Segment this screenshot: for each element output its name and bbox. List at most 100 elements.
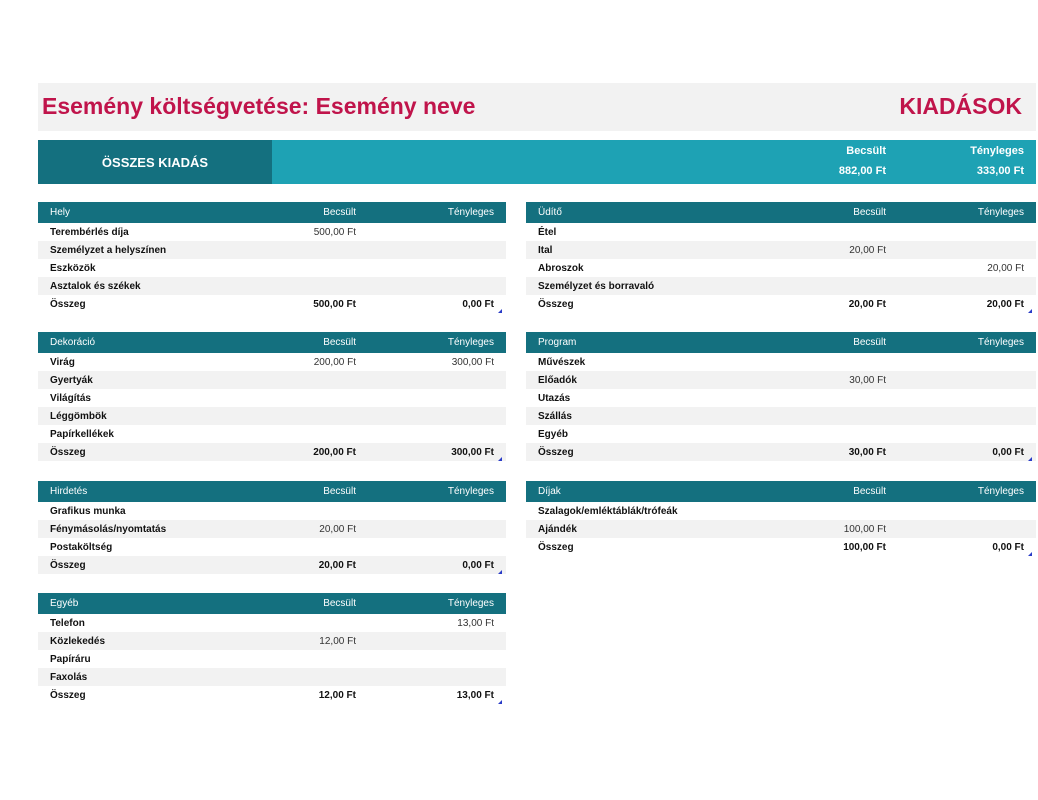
sum-act[interactable]: 0,00 Ft [992,542,1024,553]
act-cell[interactable]: 300,00 Ft [452,357,494,368]
cell-note-marker [498,570,502,574]
item-name[interactable]: Étel [538,227,556,238]
est-cell[interactable]: 500,00 Ft [314,227,356,238]
est-header: Becsült [323,207,356,218]
section-dijak: Díjak Becsült Tényleges Szalagok/emléktáblá… [526,481,1036,556]
sheet-label: KIADÁSOK [899,93,1022,119]
item-name[interactable]: Szállás [538,411,572,422]
item-name[interactable]: Virág [50,357,75,368]
item-name[interactable]: Művészek [538,357,585,368]
act-header: Tényleges [447,207,494,218]
cell-note-marker [1028,457,1032,461]
item-name[interactable]: Gyertyák [50,375,93,386]
sum-est[interactable]: 12,00 Ft [319,690,356,701]
est-header: Becsült [853,207,886,218]
est-cell[interactable]: 100,00 Ft [844,524,886,535]
sum-act[interactable]: 20,00 Ft [987,299,1024,310]
item-name[interactable]: Személyzet a helyszínen [50,245,166,256]
total-act-header: Tényleges [970,145,1024,157]
item-name[interactable]: Léggömbök [50,411,107,422]
item-name[interactable]: Egyéb [538,429,568,440]
section-hely: Hely Becsült Tényleges Terembérlés díja 500,… [38,202,506,313]
item-name[interactable]: Faxolás [50,672,87,683]
section-program: Program Becsült Tényleges Művészek Előadók 30… [526,332,1036,461]
sum-row: Összeg 20,00 Ft 20,00 Ft [526,295,1036,313]
act-header: Tényleges [977,337,1024,348]
item-name[interactable]: Szalagok/emléktáblák/trófeák [538,506,678,517]
section-header: Dekoráció Becsült Tényleges [38,332,506,353]
total-est-value[interactable]: 882,00 Ft [839,165,886,177]
item-name[interactable]: Grafikus munka [50,506,126,517]
section-title: Díjak [538,486,561,497]
est-header: Becsült [323,598,356,609]
section-hirdetes: Hirdetés Becsült Tényleges Grafikus munka Fé… [38,481,506,574]
sum-act[interactable]: 300,00 Ft [451,447,494,458]
table-row: Szalagok/emléktáblák/trófeák [526,502,1036,520]
title-bar: Esemény költségvetése: Esemény neve KIAD… [38,83,1036,131]
section-header: Hirdetés Becsült Tényleges [38,481,506,502]
act-cell[interactable]: 20,00 Ft [987,263,1024,274]
table-row: Terembérlés díja 500,00 Ft [38,223,506,241]
total-act-value[interactable]: 333,00 Ft [977,165,1024,177]
item-name[interactable]: Ital [538,245,552,256]
est-cell[interactable]: 30,00 Ft [849,375,886,386]
sum-est[interactable]: 100,00 Ft [843,542,886,553]
table-row: Abroszok 20,00 Ft [526,259,1036,277]
item-name[interactable]: Utazás [538,393,570,404]
total-expense-bar: ÖSSZES KIADÁS Becsült Tényleges 882,00 F… [38,140,1036,184]
est-cell[interactable]: 20,00 Ft [319,524,356,535]
item-name[interactable]: Telefon [50,618,85,629]
sum-act[interactable]: 0,00 Ft [462,299,494,310]
sum-row: Összeg 20,00 Ft 0,00 Ft [38,556,506,574]
est-cell[interactable]: 200,00 Ft [314,357,356,368]
page-title: Esemény költségvetése: Esemény neve [42,93,476,119]
sum-est[interactable]: 20,00 Ft [849,299,886,310]
item-name[interactable]: Postaköltség [50,542,112,553]
act-cell[interactable]: 13,00 Ft [457,618,494,629]
table-row: Virág 200,00 Ft 300,00 Ft [38,353,506,371]
section-title: Hirdetés [50,486,88,497]
sum-est[interactable]: 20,00 Ft [319,560,356,571]
table-row: Postaköltség [38,538,506,556]
section-egyeb: Egyéb Becsült Tényleges Telefon 13,00 Ft Közl… [38,593,506,704]
item-name[interactable]: Terembérlés díja [50,227,129,238]
item-name[interactable]: Eszközök [50,263,96,274]
table-row: Világítás [38,389,506,407]
sum-act[interactable]: 0,00 Ft [462,560,494,571]
sum-est[interactable]: 30,00 Ft [849,447,886,458]
table-row: Ajándék 100,00 Ft [526,520,1036,538]
est-cell[interactable]: 12,00 Ft [319,636,356,647]
table-row: Fénymásolás/nyomtatás 20,00 Ft [38,520,506,538]
sum-act[interactable]: 0,00 Ft [992,447,1024,458]
item-name[interactable]: Világítás [50,393,91,404]
sum-row: Összeg 100,00 Ft 0,00 Ft [526,538,1036,556]
act-header: Tényleges [977,486,1024,497]
item-name[interactable]: Asztalok és székek [50,281,141,292]
item-name[interactable]: Közlekedés [50,636,105,647]
item-name[interactable]: Papírkellékek [50,429,114,440]
table-row: Művészek [526,353,1036,371]
table-row: Grafikus munka [38,502,506,520]
est-header: Becsült [853,486,886,497]
cell-note-marker [1028,552,1032,556]
section-udito: Üdítő Becsült Tényleges Étel Ital 20,00 Ft Abr… [526,202,1036,313]
item-name[interactable]: Papíráru [50,654,91,665]
item-name[interactable]: Fénymásolás/nyomtatás [50,524,166,535]
cell-note-marker [498,457,502,461]
sum-est[interactable]: 200,00 Ft [313,447,356,458]
item-name[interactable]: Ajándék [538,524,577,535]
sum-est[interactable]: 500,00 Ft [313,299,356,310]
est-header: Becsült [323,337,356,348]
section-title: Program [538,337,577,348]
table-row: Előadók 30,00 Ft [526,371,1036,389]
est-cell[interactable]: 20,00 Ft [849,245,886,256]
table-row: Gyertyák [38,371,506,389]
table-row: Közlekedés 12,00 Ft [38,632,506,650]
item-name[interactable]: Személyzet és borravaló [538,281,654,292]
section-header: Program Becsült Tényleges [526,332,1036,353]
sum-act[interactable]: 13,00 Ft [457,690,494,701]
section-title: Üdítő [538,207,562,218]
item-name[interactable]: Abroszok [538,263,584,274]
est-header: Becsült [853,337,886,348]
item-name[interactable]: Előadók [538,375,577,386]
